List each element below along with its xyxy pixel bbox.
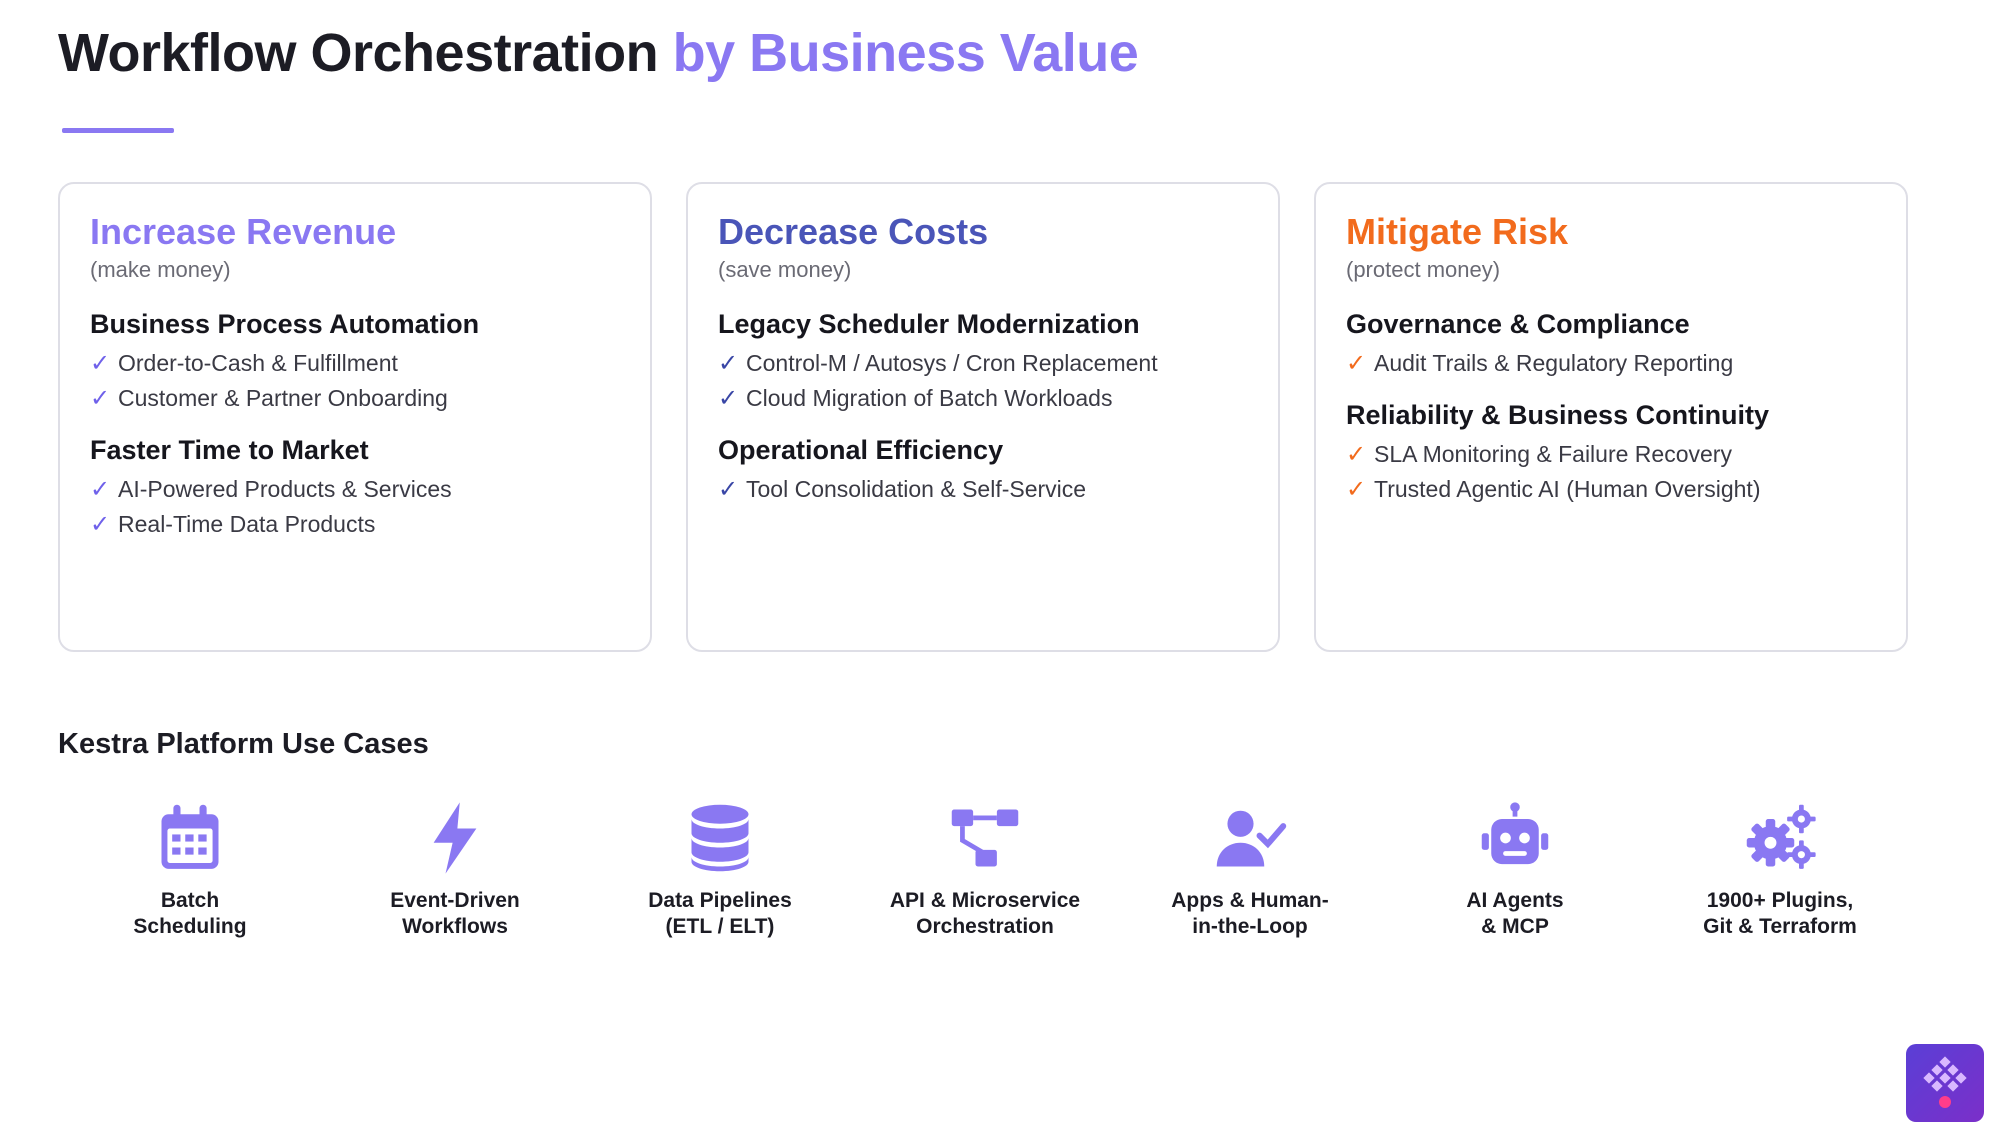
list-item: ✓ AI-Powered Products & Services	[90, 472, 620, 507]
check-icon: ✓	[1346, 441, 1367, 468]
card-group: Reliability & Business Continuity ✓ SLA M…	[1346, 397, 1876, 507]
check-icon: ✓	[90, 476, 111, 503]
group-heading: Reliability & Business Continuity	[1346, 400, 1770, 430]
group-heading: Governance & Compliance	[1346, 309, 1690, 339]
use-case-data-pipelines: Data Pipelines (ETL / ELT)	[595, 800, 845, 940]
use-case-human-in-the-loop: Apps & Human-in-the-Loop	[1125, 800, 1375, 940]
card-mitigate-risk: Mitigate Risk (protect money) Governance…	[1314, 182, 1908, 652]
group-heading: Operational Efficiency	[718, 435, 1004, 465]
list-item: ✓ Order-to-Cash & Fulfillment	[90, 346, 620, 381]
list-item: ✓ Tool Consolidation & Self-Service	[718, 472, 1248, 507]
use-case-label: 1900+ Plugins, Git & Terraform	[1703, 889, 1857, 938]
use-case-batch-scheduling: Batch Scheduling	[65, 800, 315, 940]
card-group: Faster Time to Market ✓ AI-Powered Produc…	[90, 432, 620, 542]
network-icon	[951, 809, 1019, 867]
list-item: ✓ Real-Time Data Products	[90, 507, 620, 542]
list-item: ✓ Trusted Agentic AI (Human Oversight)	[1346, 472, 1876, 507]
check-icon: ✓	[718, 385, 739, 412]
group-heading: Business Process Automation	[90, 309, 480, 339]
list-item: ✓ Audit Trails & Regulatory Reporting	[1346, 346, 1876, 381]
use-case-ai-agents: AI Agents & MCP	[1390, 800, 1640, 940]
card-title: Mitigate Risk	[1346, 211, 1569, 252]
robot-icon	[1481, 802, 1549, 865]
check-icon: ✓	[1346, 350, 1367, 377]
check-icon: ✓	[718, 350, 739, 377]
title-accent: by Business Value	[672, 23, 1139, 83]
item-label: SLA Monitoring & Failure Recovery	[1374, 441, 1732, 467]
use-case-label: AI Agents & MCP	[1466, 889, 1564, 938]
use-case-api-orchestration: API & Microservice Orchestration	[860, 800, 1110, 940]
card-subtitle: (make money)	[90, 257, 231, 282]
item-label: AI-Powered Products & Services	[118, 476, 452, 502]
item-label: Real-Time Data Products	[118, 511, 376, 537]
list-item: ✓ Control-M / Autosys / Cron Replacement	[718, 346, 1248, 381]
lightning-icon	[433, 802, 477, 874]
card-title: Increase Revenue	[90, 211, 397, 252]
calendar-icon	[161, 804, 219, 869]
item-label: Customer & Partner Onboarding	[118, 385, 448, 411]
card-group: Legacy Scheduler Modernization ✓ Control-…	[718, 306, 1248, 416]
use-case-label: Apps & Human-in-the-Loop	[1171, 889, 1329, 938]
page-title: Workflow Orchestration by Business Value	[58, 22, 1139, 84]
title-main: Workflow Orchestration	[58, 23, 659, 83]
check-icon: ✓	[718, 476, 739, 503]
kestra-logo	[1906, 1044, 1984, 1122]
kestra-logo-icon	[1923, 1056, 1967, 1108]
card-subtitle: (save money)	[718, 257, 852, 282]
item-label: Trusted Agentic AI (Human Oversight)	[1374, 476, 1761, 502]
use-case-event-driven: Event-Driven Workflows	[330, 800, 580, 940]
item-label: Tool Consolidation & Self-Service	[746, 476, 1087, 502]
use-case-label: Batch Scheduling	[133, 889, 247, 938]
gears-icon	[1746, 804, 1816, 869]
card-title: Decrease Costs	[718, 211, 989, 252]
use-case-label: Event-Driven Workflows	[390, 889, 520, 938]
use-case-label: Data Pipelines (ETL / ELT)	[648, 889, 792, 938]
list-item: ✓ Customer & Partner Onboarding	[90, 381, 620, 416]
database-icon	[691, 804, 749, 872]
group-heading: Faster Time to Market	[90, 435, 369, 465]
check-icon: ✓	[90, 350, 111, 377]
card-increase-revenue: Increase Revenue (make money) Business P…	[58, 182, 652, 652]
item-label: Audit Trails & Regulatory Reporting	[1374, 350, 1734, 376]
card-decrease-costs: Decrease Costs (save money) Legacy Sched…	[686, 182, 1280, 652]
card-group: Business Process Automation ✓ Order-to-Ca…	[90, 306, 620, 416]
item-label: Control-M / Autosys / Cron Replacement	[746, 350, 1158, 376]
use-case-label: API & Microservice Orchestration	[889, 889, 1081, 938]
item-label: Order-to-Cash & Fulfillment	[118, 350, 398, 376]
user-check-icon	[1216, 810, 1287, 867]
check-icon: ✓	[90, 511, 111, 538]
item-label: Cloud Migration of Batch Workloads	[746, 385, 1113, 411]
card-group: Operational Efficiency ✓ Tool Consolidati…	[718, 432, 1248, 507]
check-icon: ✓	[90, 385, 111, 412]
check-icon: ✓	[1346, 476, 1367, 503]
use-case-plugins: 1900+ Plugins, Git & Terraform	[1655, 800, 1905, 940]
group-heading: Legacy Scheduler Modernization	[718, 309, 1140, 339]
card-subtitle: (protect money)	[1346, 257, 1501, 282]
use-cases-title: Kestra Platform Use Cases	[58, 728, 429, 760]
title-underline	[62, 128, 174, 133]
list-item: ✓ SLA Monitoring & Failure Recovery	[1346, 437, 1876, 472]
card-group: Governance & Compliance ✓ Audit Trails & …	[1346, 306, 1876, 381]
list-item: ✓ Cloud Migration of Batch Workloads	[718, 381, 1248, 416]
